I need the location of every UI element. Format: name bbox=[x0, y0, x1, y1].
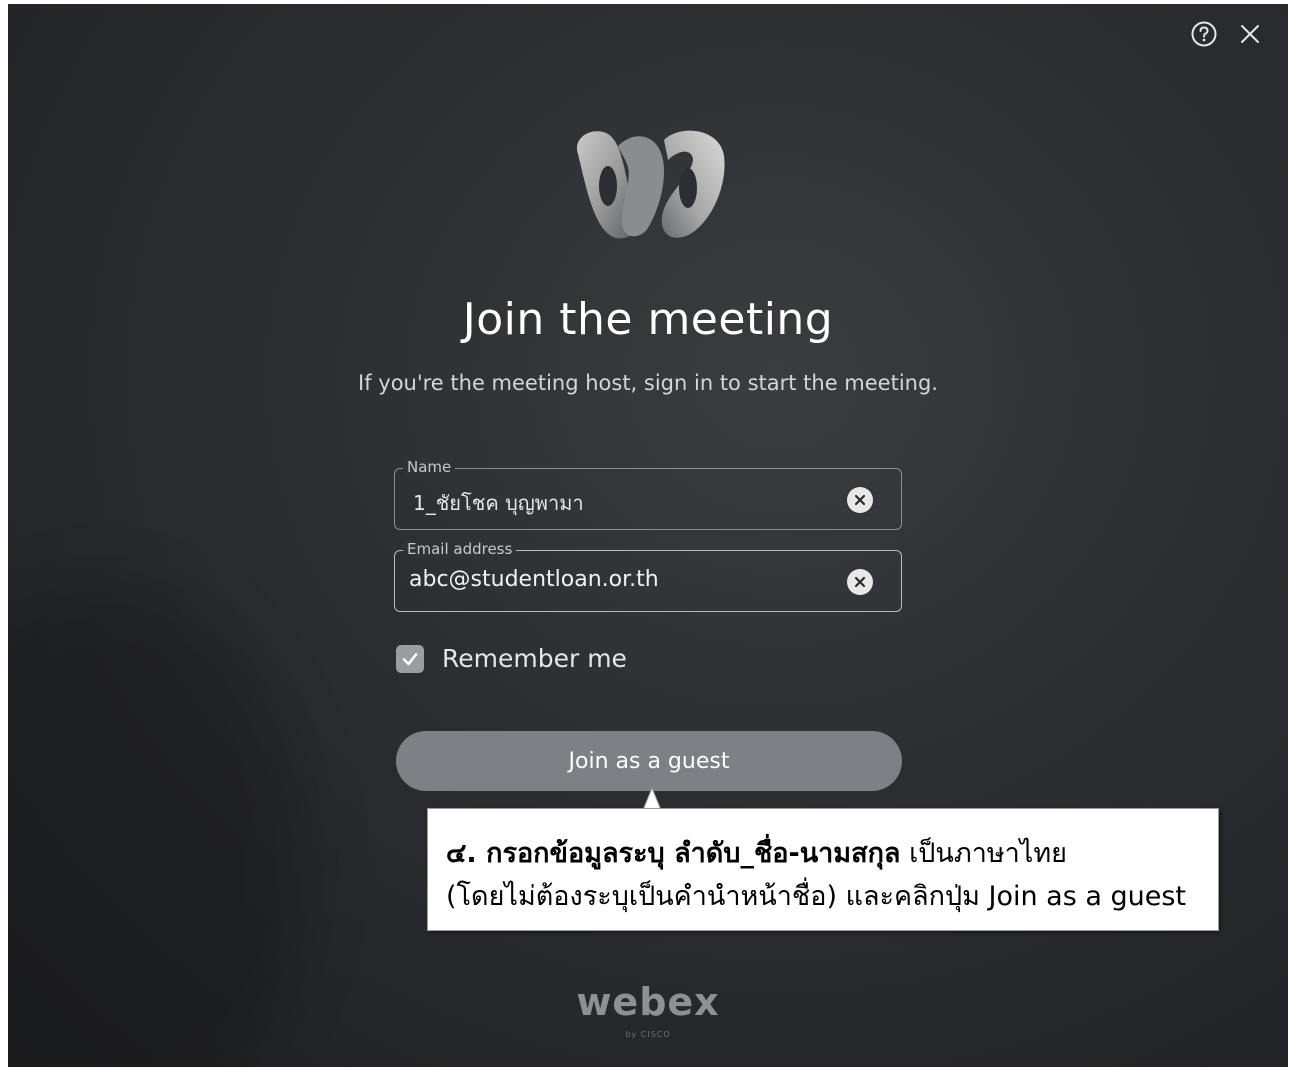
clear-name-button[interactable] bbox=[847, 487, 873, 513]
page-subtitle: If you're the meeting host, sign in to s… bbox=[358, 371, 938, 395]
help-button[interactable] bbox=[1188, 18, 1220, 50]
instruction-callout: ๔. กรอกข้อมูลระบุ ลำดับ_ชื่อ-นามสกุล เป็… bbox=[427, 808, 1219, 931]
webex-logo-icon bbox=[576, 130, 725, 239]
clear-email-button[interactable] bbox=[847, 569, 873, 595]
name-input[interactable]: 1_ชัยโชค บุญพามา bbox=[413, 487, 841, 519]
email-field-label: Email address bbox=[403, 540, 517, 558]
clear-icon bbox=[854, 576, 866, 588]
remember-me-toggle[interactable]: Remember me bbox=[396, 644, 627, 673]
help-circle-icon bbox=[1191, 21, 1217, 47]
name-field-label: Name bbox=[403, 458, 456, 476]
email-field[interactable]: Email address abc@studentloan.or.th bbox=[394, 540, 902, 612]
clear-icon bbox=[854, 494, 866, 506]
callout-pointer bbox=[642, 788, 662, 810]
callout-line-1: ๔. กรอกข้อมูลระบุ ลำดับ_ชื่อ-นามสกุล เป็… bbox=[446, 831, 1200, 877]
remember-me-checkbox[interactable] bbox=[396, 644, 424, 673]
callout-line-1-bold: ๔. กรอกข้อมูลระบุ ลำดับ_ชื่อ-นามสกุล bbox=[446, 838, 901, 869]
callout-line-2: (โดยไม่ต้องระบุเป็นคำนำหน้าชื่อ) และคลิก… bbox=[446, 881, 1187, 912]
name-field[interactable]: Name 1_ชัยโชค บุญพามา bbox=[394, 458, 902, 530]
close-icon bbox=[1241, 25, 1259, 43]
checkmark-icon bbox=[402, 652, 418, 665]
join-as-guest-button[interactable]: Join as a guest bbox=[396, 731, 902, 791]
page-title: Join the meeting bbox=[462, 294, 834, 345]
remember-me-label: Remember me bbox=[442, 644, 627, 673]
email-input[interactable]: abc@studentloan.or.th bbox=[409, 567, 841, 592]
close-button[interactable] bbox=[1234, 18, 1266, 50]
webex-wordmark: webex bbox=[576, 980, 720, 1024]
webex-wordmark-sub: by CISCO bbox=[625, 1030, 671, 1039]
callout-line-1-rest: เป็นภาษาไทย bbox=[900, 838, 1068, 869]
